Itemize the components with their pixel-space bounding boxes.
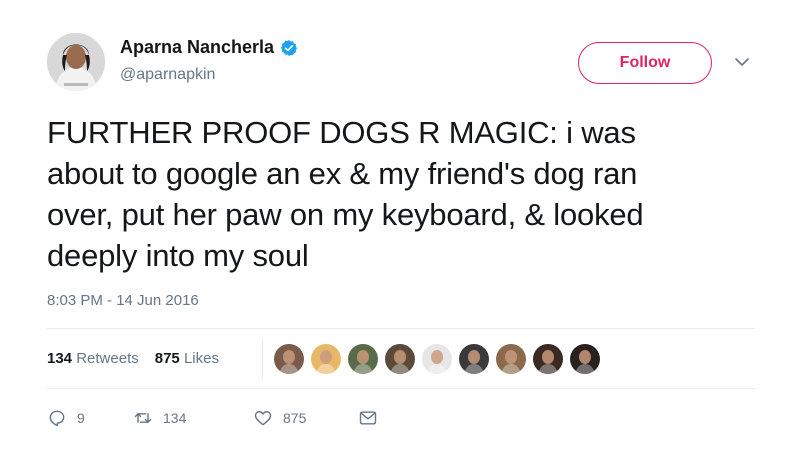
likes-label: Likes [183,350,219,367]
liker-avatar-7[interactable] [496,344,526,374]
liker-avatar-3[interactable] [348,344,378,374]
liker-avatar-8[interactable] [533,344,563,374]
divider [47,328,755,329]
retweets-stat[interactable]: 134 Retweets [47,350,139,367]
author-avatar[interactable] [47,33,105,91]
divider [47,388,755,389]
follow-button[interactable]: Follow [578,42,712,84]
liker-avatar-9[interactable] [570,344,600,374]
verified-badge-icon [280,39,298,57]
retweet-count: 134 [163,410,187,426]
tweet-text-line: deeply into my soul [47,238,309,273]
retweets-count: 134 [47,350,73,367]
likes-stat[interactable]: 875 Likes [155,350,219,367]
stats-separator [262,338,263,380]
engagement-stats: 134 Retweets 875 Likes [47,350,219,367]
liker-avatar-6[interactable] [459,344,489,374]
likes-count: 875 [154,350,180,367]
author-display-name[interactable]: Aparna Nancherla [120,37,274,58]
liker-avatar-5[interactable] [422,344,452,374]
like-icon [254,411,272,426]
liker-avatar-4[interactable] [385,344,415,374]
like-button[interactable]: 875 [253,408,306,428]
chevron-down-icon[interactable] [733,55,751,69]
tweet-text: FURTHER PROOF DOGS R MAGIC: i was about … [47,112,747,276]
tweet-text-line: about to google an ex & my friend's dog … [47,156,638,191]
author-handle[interactable]: @aparnapkin [120,66,215,84]
retweet-button[interactable]: 134 [133,408,186,428]
retweets-label: Retweets [76,350,139,367]
liker-avatar-2[interactable] [311,344,341,374]
message-icon [359,411,377,425]
reply-count: 9 [77,410,85,426]
liker-avatar-1[interactable] [274,344,304,374]
tweet-timestamp[interactable]: 8:03 PM - 14 Jun 2016 [47,292,199,309]
liker-avatars [274,344,600,374]
like-count: 875 [283,410,307,426]
direct-message-button[interactable] [358,408,378,428]
reply-icon [49,410,65,427]
reply-button[interactable]: 9 [47,408,85,428]
tweet-text-line: over, put her paw on my keyboard, & look… [47,197,644,232]
tweet-text-line: FURTHER PROOF DOGS R MAGIC: i was [47,115,636,150]
retweet-icon [134,413,152,423]
